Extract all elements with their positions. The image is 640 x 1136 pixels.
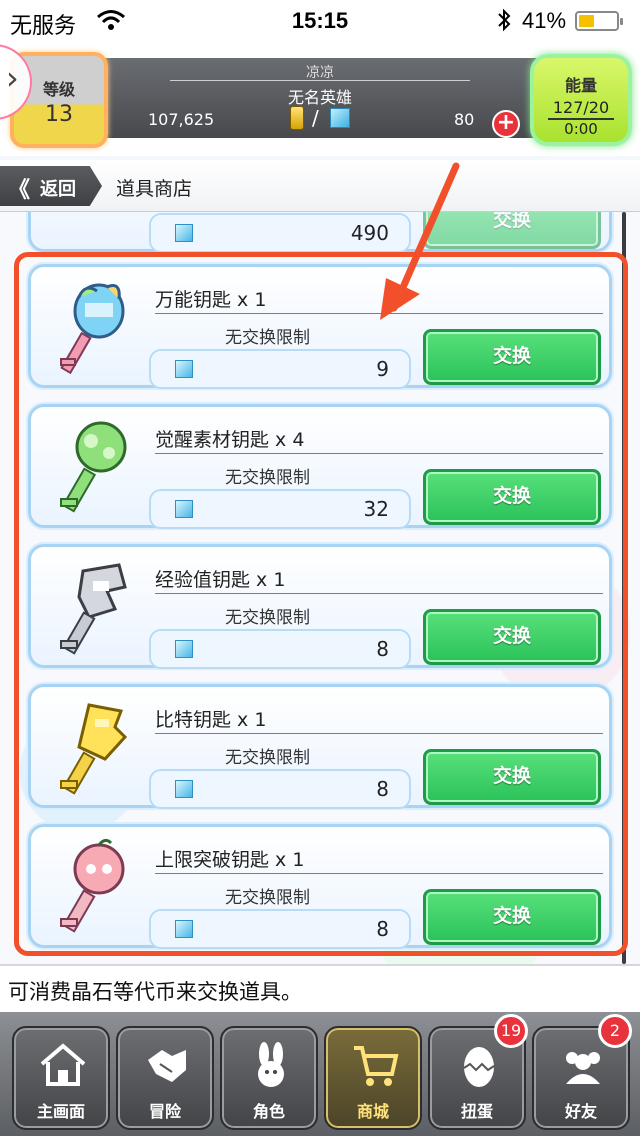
energy-timer: 0:00 (564, 120, 598, 138)
tab-label: 角色 (252, 1102, 285, 1121)
tab-home[interactable]: 主画面 (12, 1026, 110, 1130)
breadcrumb: 《 返回 道具商店 (0, 160, 640, 212)
tab-shop[interactable]: 商城 (324, 1026, 422, 1130)
double-chevron-left-icon: 《 (8, 178, 30, 203)
tab-label: 冒险 (148, 1102, 181, 1121)
friends-icon (566, 1052, 600, 1084)
hint-message: 可消费晶石等代币来交换道具。 (0, 964, 640, 1012)
battery-percent: 41% (522, 8, 567, 33)
player-title: 无名英雄 (287, 88, 352, 107)
notification-badge: 19 (494, 1014, 528, 1048)
list-item: 490 交换 (28, 212, 612, 253)
handshake-icon (148, 1050, 186, 1082)
player-name: 凉凉 (306, 65, 334, 81)
crystal-icon (175, 224, 193, 242)
notification-badge: 2 (598, 1014, 632, 1048)
tab-characters[interactable]: 角色 (220, 1026, 318, 1130)
tab-adventure[interactable]: 冒险 (116, 1026, 214, 1130)
chevron-right-icon: › (6, 59, 19, 97)
status-bar: 无服务 15:15 41% (0, 0, 640, 44)
highlight-box (14, 252, 628, 956)
tab-label: 扭蛋 (460, 1102, 493, 1121)
coin-count: 107,625 (148, 110, 215, 129)
item-list[interactable]: 490 交换 万能钥匙 x 1 无交换限制 9 交换 觉醒素材钥匙 x 4 无交… (0, 212, 640, 964)
player-header: 凉凉 无名英雄 107,625 / 80 + 等级 13 › 能量 127/20… (0, 44, 640, 156)
energy-label: 能量 (564, 76, 597, 95)
divider (170, 80, 470, 81)
page-title: 道具商店 (116, 178, 193, 200)
bluetooth-icon (498, 8, 511, 32)
home-icon (40, 1043, 86, 1086)
level-value: 13 (45, 102, 73, 127)
tab-gacha[interactable]: 扭蛋 19 (428, 1014, 528, 1130)
add-crystal-button[interactable]: + (492, 110, 520, 138)
egg-icon (463, 1047, 495, 1087)
crystal-icon (330, 108, 350, 128)
annotation-arrow-icon (380, 162, 460, 320)
coin-icon (290, 106, 304, 130)
battery-icon (575, 11, 623, 31)
energy-badge: 能量 127/20 0:00 (530, 54, 632, 146)
energy-value: 127/20 (552, 98, 610, 117)
back-button[interactable]: 《 返回 (0, 166, 102, 206)
bottom-tab-bar: 主画面 冒险 角色 商城 扭蛋 19 好友 2 (0, 1012, 640, 1136)
tab-label: 主画面 (36, 1102, 85, 1121)
tab-friends[interactable]: 好友 2 (532, 1014, 632, 1130)
tab-label: 好友 (564, 1102, 597, 1121)
currency-separator: / (312, 106, 319, 130)
back-label: 返回 (40, 179, 76, 200)
rabbit-icon (258, 1042, 284, 1087)
tab-label: 商城 (356, 1102, 389, 1121)
crystal-count: 80 (454, 110, 475, 129)
cart-icon (354, 1046, 399, 1086)
